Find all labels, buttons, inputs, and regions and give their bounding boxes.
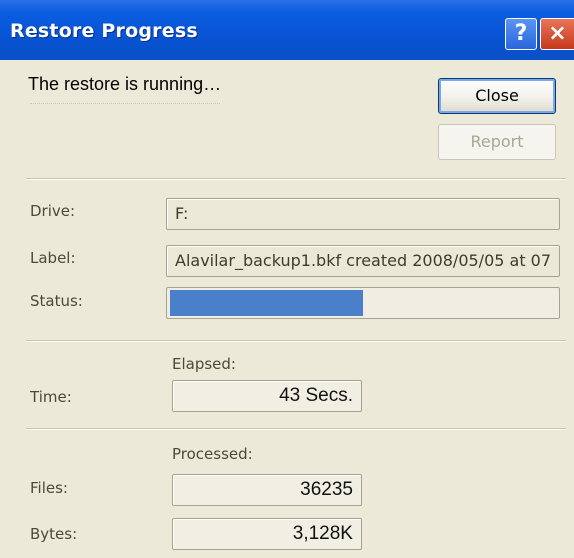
drive-field: F: bbox=[166, 198, 560, 230]
processed-header: Processed: bbox=[172, 445, 253, 463]
separator bbox=[26, 428, 566, 430]
separator bbox=[26, 340, 566, 342]
report-button[interactable]: Report bbox=[438, 124, 556, 160]
status-progress-bar bbox=[166, 287, 560, 319]
bytes-field: 3,128K bbox=[172, 518, 362, 550]
files-label: Files: bbox=[30, 479, 68, 497]
status-message: The restore is running… bbox=[28, 74, 222, 94]
label-label: Label: bbox=[30, 249, 76, 267]
help-icon[interactable]: ? bbox=[505, 18, 537, 50]
bytes-label: Bytes: bbox=[30, 525, 78, 543]
elapsed-time-field: 43 Secs. bbox=[172, 380, 362, 412]
time-label: Time: bbox=[30, 388, 72, 406]
progress-fill bbox=[170, 290, 363, 316]
status-label: Status: bbox=[30, 292, 83, 310]
elapsed-header: Elapsed: bbox=[172, 355, 236, 373]
separator bbox=[26, 178, 566, 180]
files-count-field: 36235 bbox=[172, 474, 362, 506]
window-title: Restore Progress bbox=[10, 20, 198, 42]
label-field: Alavilar_backup1.bkf created 2008/05/05 … bbox=[166, 245, 560, 277]
close-button[interactable]: Close bbox=[438, 78, 556, 114]
drive-label: Drive: bbox=[30, 202, 76, 220]
title-bar[interactable]: Restore Progress ? × bbox=[0, 0, 574, 60]
close-icon[interactable]: × bbox=[540, 18, 574, 50]
restore-progress-window: Restore Progress ? × The restore is runn… bbox=[0, 0, 574, 558]
decorative-divider bbox=[30, 103, 220, 106]
